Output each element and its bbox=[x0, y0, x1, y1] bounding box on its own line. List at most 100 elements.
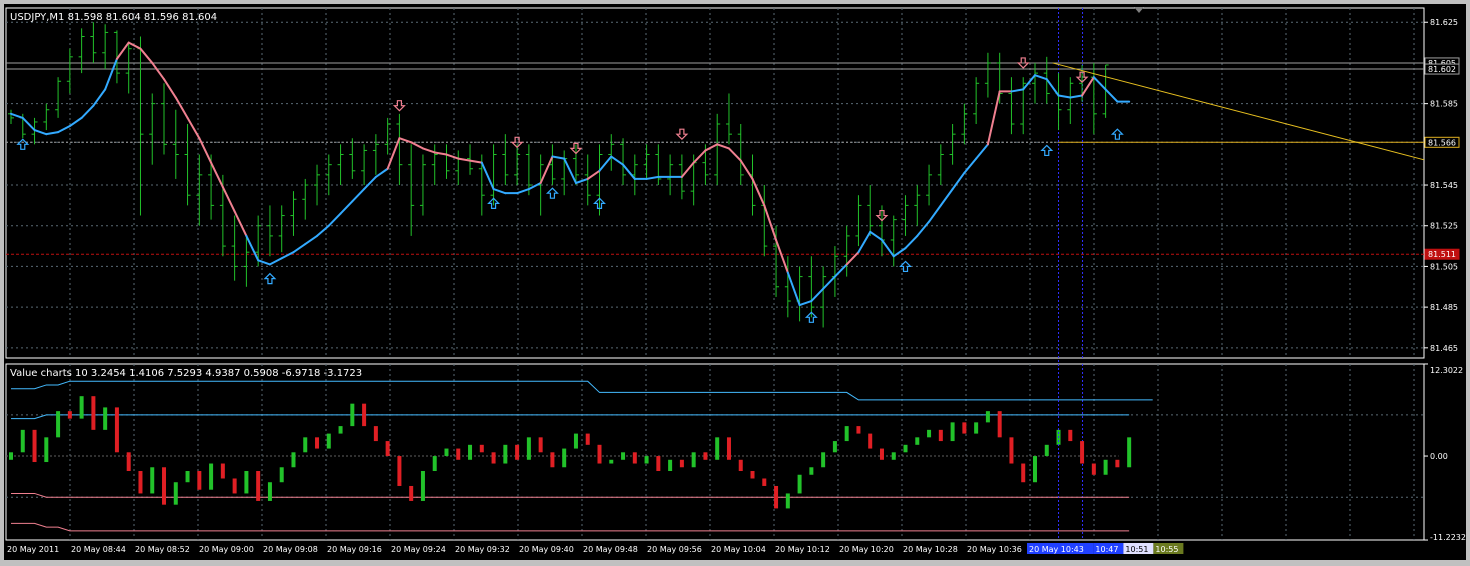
time-axis-label: 20 May 09:08 bbox=[263, 545, 318, 554]
value-candle bbox=[927, 429, 932, 438]
value-candle bbox=[915, 437, 920, 445]
value-candle bbox=[997, 411, 1002, 438]
value-candle bbox=[267, 482, 272, 501]
value-candle bbox=[679, 459, 684, 468]
value-candle bbox=[114, 407, 119, 453]
price-tick-label: 81.485 bbox=[1430, 303, 1458, 312]
value-candle bbox=[750, 471, 755, 479]
time-axis-label: 20 May 08:44 bbox=[71, 545, 126, 554]
price-label: 81.511 bbox=[1428, 250, 1456, 259]
value-candle bbox=[609, 459, 614, 464]
value-candle bbox=[621, 452, 626, 460]
value-candle bbox=[597, 444, 602, 464]
value-candle bbox=[785, 493, 790, 509]
value-candle bbox=[1044, 444, 1049, 457]
chart-title: USDJPY,M1 81.598 81.604 81.596 81.604 bbox=[10, 12, 217, 23]
value-candle bbox=[397, 456, 402, 486]
indicator-tick-label: 12.3022 bbox=[1430, 366, 1463, 375]
time-axis-label: 20 May 10:04 bbox=[711, 545, 766, 554]
value-candle bbox=[985, 411, 990, 423]
price-label: 81.602 bbox=[1428, 65, 1456, 74]
time-axis-label: 20 May 2011 bbox=[7, 545, 59, 554]
value-candle bbox=[91, 396, 96, 430]
value-candle bbox=[562, 448, 567, 468]
time-axis-highlight-label: 20 May 10:43 bbox=[1029, 545, 1084, 554]
indicator-tick-label: 0.00 bbox=[1430, 452, 1448, 461]
value-candle bbox=[809, 467, 814, 475]
time-axis-highlight-label: 10:51 bbox=[1125, 545, 1148, 554]
value-candle bbox=[456, 448, 461, 460]
time-axis-label: 20 May 10:20 bbox=[839, 545, 894, 554]
price-tick-label: 81.625 bbox=[1430, 18, 1458, 27]
indicator-title: Value charts 10 3.2454 1.4106 7.5293 4.9… bbox=[10, 368, 362, 379]
value-candle bbox=[67, 411, 72, 419]
value-candle bbox=[691, 452, 696, 468]
value-candle bbox=[138, 471, 143, 494]
value-candle bbox=[1009, 437, 1014, 464]
value-candle bbox=[797, 474, 802, 494]
value-candle bbox=[315, 437, 320, 449]
value-candle bbox=[879, 448, 884, 460]
chart-canvas: 81.62581.60581.58581.56681.54581.52581.5… bbox=[0, 0, 1470, 566]
value-candle bbox=[644, 456, 649, 464]
price-tick-label: 81.545 bbox=[1430, 181, 1458, 190]
value-candle bbox=[468, 444, 473, 460]
value-candle bbox=[1021, 463, 1026, 483]
indicator-tick-label: -11.2232 bbox=[1430, 533, 1466, 542]
value-candle bbox=[103, 407, 108, 430]
price-tick-label: 81.585 bbox=[1430, 100, 1458, 109]
value-candle bbox=[1103, 459, 1108, 475]
value-candle bbox=[856, 426, 861, 434]
value-candle bbox=[585, 433, 590, 445]
value-candle bbox=[774, 485, 779, 509]
value-candle bbox=[1115, 459, 1120, 468]
value-candle bbox=[209, 463, 214, 490]
time-axis-highlight-label: 10:55 bbox=[1155, 545, 1178, 554]
value-candle bbox=[515, 444, 520, 460]
value-candle bbox=[291, 452, 296, 468]
time-axis-label: 20 May 09:00 bbox=[199, 545, 254, 554]
value-candle bbox=[150, 467, 155, 494]
value-candle bbox=[1127, 437, 1132, 468]
time-axis-label: 20 May 09:24 bbox=[391, 545, 446, 554]
value-candle bbox=[844, 426, 849, 442]
value-candle bbox=[1068, 429, 1073, 442]
price-label: 81.566 bbox=[1428, 138, 1456, 147]
value-candle bbox=[9, 452, 13, 460]
value-candle bbox=[538, 437, 543, 453]
value-candle bbox=[373, 426, 378, 442]
value-candle bbox=[244, 471, 249, 494]
time-axis-label: 20 May 09:56 bbox=[647, 545, 702, 554]
value-candle bbox=[526, 437, 531, 460]
value-candle bbox=[432, 456, 437, 472]
value-candle bbox=[279, 467, 284, 483]
value-candle bbox=[950, 422, 955, 442]
value-candle bbox=[444, 448, 449, 457]
value-candle bbox=[573, 433, 578, 449]
value-candle bbox=[726, 437, 731, 460]
time-axis-label: 20 May 09:40 bbox=[519, 545, 574, 554]
value-candle bbox=[338, 426, 343, 434]
value-candle bbox=[762, 478, 767, 486]
time-axis-highlight-label: 10:47 bbox=[1095, 545, 1118, 554]
value-candle bbox=[962, 422, 967, 434]
value-candle bbox=[20, 429, 25, 453]
value-candle bbox=[503, 444, 508, 464]
value-candle bbox=[715, 437, 720, 460]
value-candle bbox=[550, 452, 555, 468]
value-candle bbox=[44, 437, 49, 463]
value-candle bbox=[256, 471, 261, 501]
value-candle bbox=[868, 433, 873, 449]
price-tick-label: 81.465 bbox=[1430, 344, 1458, 353]
value-candle bbox=[162, 467, 167, 505]
value-candle bbox=[832, 441, 837, 453]
value-candle bbox=[668, 459, 673, 472]
time-axis-label: 20 May 09:48 bbox=[583, 545, 638, 554]
value-candle bbox=[491, 452, 496, 464]
value-candle bbox=[303, 437, 308, 453]
value-candle bbox=[891, 452, 896, 460]
time-axis-label: 20 May 09:16 bbox=[327, 545, 382, 554]
value-candle bbox=[1091, 463, 1096, 475]
time-axis-label: 20 May 10:12 bbox=[775, 545, 830, 554]
price-tick-label: 81.505 bbox=[1430, 262, 1458, 271]
